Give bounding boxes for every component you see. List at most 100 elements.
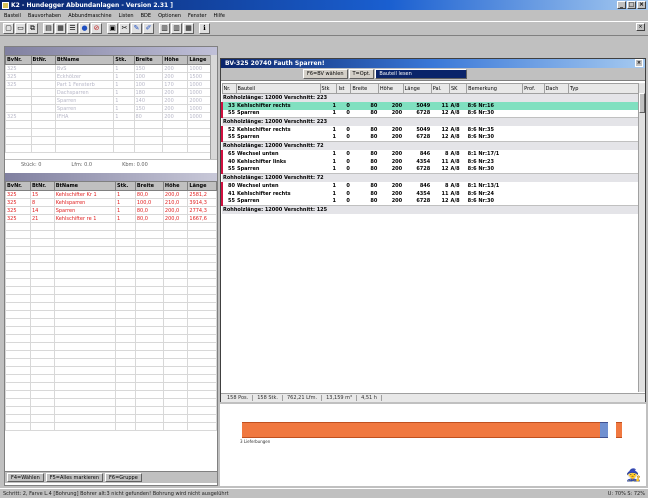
edit2-icon[interactable]: ✐ [143, 23, 154, 34]
table-row[interactable] [5, 342, 217, 351]
beam-remnant[interactable] [616, 422, 622, 438]
grid-icon[interactable]: ▥ [159, 23, 170, 34]
cut-icon[interactable]: ✂ [119, 23, 130, 34]
table-row[interactable] [5, 302, 217, 311]
table-row[interactable] [5, 406, 217, 415]
table-row[interactable]: Sparren 1 140 200 2000 [5, 96, 217, 105]
table-row[interactable] [5, 334, 217, 343]
table-row[interactable] [5, 238, 217, 247]
print-icon[interactable]: ▤ [43, 23, 54, 34]
beam-segment[interactable] [242, 422, 332, 438]
col-bvnr[interactable]: BvNr. [5, 55, 32, 65]
col-bvnr[interactable]: BvNr. [5, 181, 31, 191]
col-nr[interactable]: Nr. [221, 83, 237, 94]
part-row[interactable]: 55 Sparren 1 0 80 200 6728 12 A/8 8:6 Nr:30 [221, 197, 639, 206]
part-row[interactable]: 55 Sparren 1 0 80 200 6728 12 A/8 8:6 Nr:30 [221, 109, 639, 118]
menu-bauvorhaben[interactable]: Bauvorhaben [28, 13, 61, 19]
table-row[interactable] [5, 144, 217, 153]
close-button[interactable]: × [637, 1, 646, 9]
group-row[interactable]: Rohholzlänge: 12000 Verschnitt: 72 [222, 173, 639, 182]
table-row[interactable] [5, 128, 217, 137]
part-row[interactable]: 55 Sparren 1 0 80 200 6728 12 A/8 8:6 Nr:30 [221, 133, 639, 142]
menu-abbundmaschine[interactable]: Abbundmaschine [68, 13, 111, 19]
col-breite[interactable]: Breite [350, 83, 379, 94]
table-row[interactable] [5, 262, 217, 271]
assistant-icon[interactable]: 🧙 [626, 468, 641, 482]
table-row[interactable] [5, 278, 217, 287]
table-row[interactable] [5, 326, 217, 335]
beam-segment[interactable] [396, 422, 480, 438]
selection-table[interactable]: BvNr. BtNr. BtName Stk. Breite Höhe Läng… [5, 181, 217, 431]
part-row[interactable]: 55 Sparren 1 0 80 200 6728 12 A/8 8:6 Nr:30 [221, 165, 639, 174]
bv-waehlen-button[interactable]: F6=BV wählen [303, 69, 348, 79]
table-row[interactable] [5, 120, 217, 129]
table-row[interactable]: 325 Eckhölzer 1 100 200 1500 [5, 72, 217, 81]
col-breite[interactable]: Breite [134, 181, 164, 191]
group-row[interactable]: Rohholzlänge: 12000 Verschnitt: 223 [222, 93, 639, 102]
col-laenge[interactable]: Länge [187, 181, 217, 191]
menu-basteil[interactable]: Basteil [4, 13, 21, 19]
col-sk[interactable]: SK [448, 83, 468, 94]
table-row[interactable] [5, 390, 217, 399]
col-stk[interactable]: Stk [319, 83, 338, 94]
list-icon[interactable]: ☰ [67, 23, 78, 34]
table-row[interactable] [5, 230, 217, 239]
table-row[interactable] [5, 318, 217, 327]
menu-hilfe[interactable]: Hilfe [214, 13, 225, 19]
group-row[interactable]: Rohholzlänge: 12000 Verschnitt: 125 [222, 205, 639, 214]
table-row[interactable]: 325 Part 1 Fensterb 1 100 170 1000 [5, 80, 217, 89]
table-row[interactable] [5, 374, 217, 383]
table-row[interactable]: Dachsparren 1 180 200 1000 [5, 88, 217, 97]
table-row[interactable] [5, 310, 217, 319]
table-row[interactable] [5, 286, 217, 295]
menu-optionen[interactable]: Optionen [158, 13, 181, 19]
bauteil-lesen-button[interactable]: Bauteil lesen [375, 69, 468, 79]
table-row[interactable] [5, 270, 217, 279]
close-icon[interactable]: × [635, 59, 643, 67]
table-row[interactable] [5, 382, 217, 391]
col-btname[interactable]: BtName [53, 181, 117, 191]
window-icon[interactable]: ▣ [107, 23, 118, 34]
part-list-table[interactable]: BvNr. BtNr. BtName Stk. Breite Höhe Läng… [5, 55, 217, 153]
copy-icon[interactable]: ⧉ [27, 23, 38, 34]
tab-waehlen[interactable]: F4=Wählen [7, 473, 44, 482]
table-row[interactable] [5, 254, 217, 263]
col-ist[interactable]: Ist [336, 83, 352, 94]
part-list-scrollbar[interactable] [210, 55, 217, 159]
col-laenge[interactable]: Länge [402, 83, 432, 94]
table-row[interactable] [5, 294, 217, 303]
table-row[interactable]: 325 21 Kehlschifter re 1 1 80,0 200,0 1667,6 [5, 214, 217, 223]
group-row[interactable]: Rohholzlänge: 12000 Verschnitt: 72 [222, 141, 639, 150]
col-btname[interactable]: BtName [54, 55, 115, 65]
save-icon[interactable]: ▦ [55, 23, 66, 34]
beam-segment[interactable] [480, 422, 566, 438]
col-prof[interactable]: Prof. [522, 83, 545, 94]
scroll-thumb[interactable] [639, 93, 645, 113]
tab-alles-markieren[interactable]: F5=Alles markieren [45, 473, 104, 482]
table-row[interactable] [5, 398, 217, 407]
menu-fenster[interactable]: Fenster [188, 13, 207, 19]
col-btnr[interactable]: BtNr. [30, 55, 56, 65]
part-row[interactable]: 40 Kehlschifter links 1 0 80 200 4354 11 A/8 8:6 … [221, 157, 639, 166]
part-row[interactable]: 65 Wechsel unten 1 0 80 200 846 8 A/8 8:1 Nr:17/1 [221, 149, 639, 158]
table-icon[interactable]: ▦ [183, 23, 194, 34]
cutting-grid[interactable]: Nr. Bauteil Stk Ist Breite Höhe Länge Pa… [221, 83, 639, 214]
edit-icon[interactable]: ✎ [131, 23, 142, 34]
part-row[interactable]: 41 Kehlschifter rechts 1 0 80 200 4354 11 A/8 8:6… [221, 189, 639, 198]
table-row[interactable] [5, 366, 217, 375]
cutting-list-scrollbar[interactable] [638, 83, 645, 392]
table-row[interactable] [5, 222, 217, 231]
table-row[interactable] [5, 246, 217, 255]
col-hoehe[interactable]: Höhe [162, 55, 189, 65]
col-stk[interactable]: Stk. [113, 55, 135, 65]
table-row[interactable]: 325 8 Kehlsparren 1 100,0 210,0 3914,3 [5, 198, 217, 207]
cutting-table[interactable]: Nr. Bauteil Stk Ist Breite Höhe Länge Pa… [221, 83, 639, 214]
table-row[interactable]: 325 IFHA 1 80 200 1000 [5, 112, 217, 121]
table-row[interactable] [5, 358, 217, 367]
maximize-button[interactable]: □ [627, 1, 636, 9]
col-dach[interactable]: Dach [543, 83, 570, 94]
part-row[interactable]: 33 Kehlschifter rechts 1 0 80 200 5049 11 A/8 8:6… [221, 101, 639, 110]
col-hoehe[interactable]: Höhe [162, 181, 189, 191]
grid2-icon[interactable]: ▥ [171, 23, 182, 34]
part-row[interactable]: 52 Kehlschifter rechts 1 0 80 200 5049 12 A/8 8:6… [221, 125, 639, 134]
